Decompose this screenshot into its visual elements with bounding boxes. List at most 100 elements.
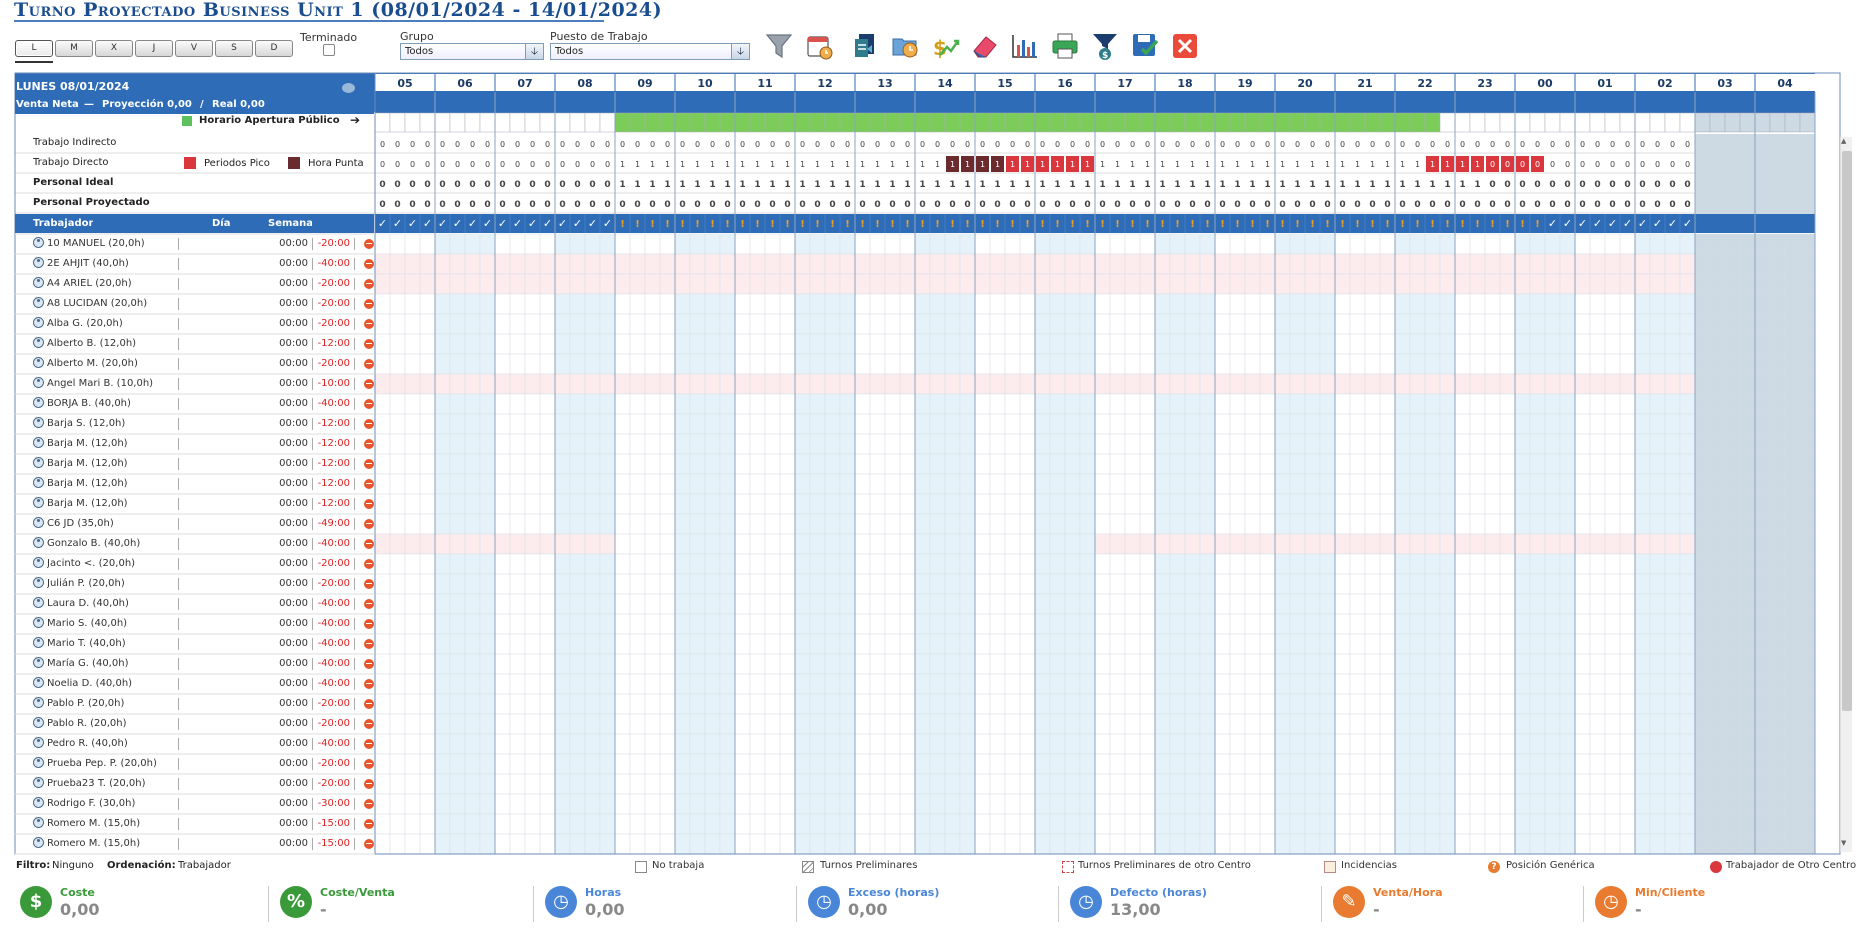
shift-cell[interactable]: [1739, 473, 1756, 495]
shift-cell[interactable]: [569, 393, 586, 415]
shift-cell[interactable]: [599, 813, 616, 835]
shift-cell[interactable]: [599, 573, 616, 595]
shift-cell[interactable]: [539, 553, 556, 575]
shift-cell[interactable]: [1724, 513, 1741, 535]
shift-cell[interactable]: [1679, 733, 1696, 755]
horario-slot[interactable]: [584, 112, 601, 133]
shift-cell[interactable]: [1724, 633, 1741, 655]
shift-cell[interactable]: [1034, 693, 1051, 715]
shift-cell[interactable]: [779, 613, 796, 635]
shift-cell[interactable]: [704, 693, 721, 715]
shift-cell[interactable]: [1109, 793, 1126, 815]
shift-cell[interactable]: [1619, 273, 1636, 295]
shift-cell[interactable]: [1439, 553, 1456, 575]
worker-row[interactable]: Prueba Pep. P. (20,0h) 00:00 -20:00: [16, 754, 374, 774]
shift-cell[interactable]: [1499, 253, 1516, 275]
worker-name[interactable]: Barja S. (12,0h): [47, 414, 195, 434]
shift-cell[interactable]: [1529, 773, 1546, 795]
shift-cell[interactable]: [749, 313, 766, 335]
shift-cell[interactable]: [1709, 693, 1726, 715]
shift-cell[interactable]: [764, 353, 781, 375]
shift-cell[interactable]: [1274, 433, 1291, 455]
shift-cell[interactable]: [599, 673, 616, 695]
shift-cell[interactable]: [1439, 833, 1456, 855]
shift-cell[interactable]: [869, 793, 886, 815]
shift-cell[interactable]: [1739, 353, 1756, 375]
shift-cell[interactable]: [494, 253, 511, 275]
shift-cell[interactable]: [1034, 373, 1051, 395]
shift-cell[interactable]: [1484, 773, 1501, 795]
shift-cell[interactable]: [1064, 513, 1081, 535]
shift-cell[interactable]: [1349, 233, 1366, 255]
worker-name[interactable]: Angel Mari B. (10,0h): [47, 374, 195, 394]
shift-cell[interactable]: [824, 593, 841, 615]
shift-cell[interactable]: [1754, 453, 1771, 475]
shift-cell[interactable]: [1799, 733, 1816, 755]
shift-cell[interactable]: [629, 253, 646, 275]
shift-cell[interactable]: [1724, 373, 1741, 395]
shift-cell[interactable]: [404, 253, 421, 275]
shift-cell[interactable]: [1214, 273, 1231, 295]
remove-icon[interactable]: [364, 819, 374, 829]
shift-cell[interactable]: [449, 393, 466, 415]
shift-cell[interactable]: [1034, 253, 1051, 275]
shift-cell[interactable]: [1244, 653, 1261, 675]
shift-cell[interactable]: [1769, 413, 1786, 435]
shift-cell[interactable]: [389, 513, 406, 535]
shift-cell[interactable]: [1139, 793, 1156, 815]
shift-cell[interactable]: [1229, 273, 1246, 295]
remove-icon[interactable]: [364, 479, 374, 489]
shift-cell[interactable]: [1274, 313, 1291, 335]
shift-cell[interactable]: [1109, 313, 1126, 335]
shift-cell[interactable]: [1199, 713, 1216, 735]
shift-cell[interactable]: [1154, 693, 1171, 715]
shift-cell[interactable]: [989, 653, 1006, 675]
shift-cell[interactable]: [1799, 513, 1816, 535]
shift-cell[interactable]: [1634, 453, 1651, 475]
shift-cell[interactable]: [1319, 553, 1336, 575]
shift-cell[interactable]: [1154, 293, 1171, 315]
col-semana[interactable]: Semana: [268, 215, 312, 233]
shift-cell[interactable]: [749, 353, 766, 375]
shift-cell[interactable]: [1109, 253, 1126, 275]
shift-cell[interactable]: [959, 653, 976, 675]
shift-cell[interactable]: [1274, 553, 1291, 575]
shift-cell[interactable]: [899, 753, 916, 775]
shift-cell[interactable]: [404, 733, 421, 755]
shift-cell[interactable]: [1079, 833, 1096, 855]
shift-cell[interactable]: [764, 513, 781, 535]
shift-cell[interactable]: [1079, 313, 1096, 335]
shift-cell[interactable]: [734, 613, 751, 635]
shift-cell[interactable]: [1334, 513, 1351, 535]
shift-cell[interactable]: [1739, 653, 1756, 675]
shift-cell[interactable]: [539, 413, 556, 435]
shift-cell[interactable]: [689, 493, 706, 515]
shift-cell[interactable]: [929, 533, 946, 555]
shift-cell[interactable]: [1664, 413, 1681, 435]
shift-cell[interactable]: [1769, 653, 1786, 675]
shift-cell[interactable]: [734, 493, 751, 515]
shift-cell[interactable]: [974, 393, 991, 415]
shift-cell[interactable]: [1454, 753, 1471, 775]
shift-cell[interactable]: [1739, 453, 1756, 475]
worker-name[interactable]: Barja M. (12,0h): [47, 474, 195, 494]
shift-cell[interactable]: [1184, 673, 1201, 695]
shift-cell[interactable]: [1634, 473, 1651, 495]
shift-cell[interactable]: [1004, 613, 1021, 635]
shift-cell[interactable]: [1709, 253, 1726, 275]
shift-cell[interactable]: [1334, 613, 1351, 635]
shift-cell[interactable]: [884, 633, 901, 655]
shift-cell[interactable]: [884, 693, 901, 715]
shift-cell[interactable]: [779, 513, 796, 535]
shift-cell[interactable]: [1169, 413, 1186, 435]
shift-cell[interactable]: [1319, 453, 1336, 475]
shift-cell[interactable]: [749, 653, 766, 675]
shift-cell[interactable]: [419, 653, 436, 675]
shift-cell[interactable]: [689, 533, 706, 555]
shift-cell[interactable]: [449, 493, 466, 515]
shift-cell[interactable]: [869, 673, 886, 695]
shift-cell[interactable]: [1799, 653, 1816, 675]
shift-cell[interactable]: [1124, 453, 1141, 475]
shift-cell[interactable]: [929, 773, 946, 795]
shift-cell[interactable]: [1559, 233, 1576, 255]
